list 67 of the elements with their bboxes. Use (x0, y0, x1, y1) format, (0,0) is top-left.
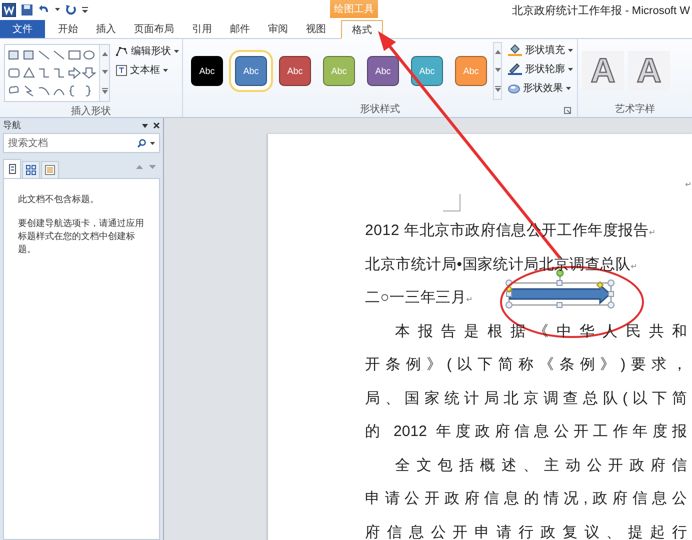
paragraph-mark: ↵ (685, 180, 692, 189)
customize-toolbar-icon[interactable] (82, 6, 88, 14)
ribbon-tab[interactable]: 引用 (183, 20, 221, 38)
group-label: 艺术字样 (614, 103, 656, 117)
group-label: 形状样式 (360, 103, 400, 117)
scroll-down-icon[interactable] (102, 70, 108, 74)
save-icon[interactable] (21, 4, 33, 16)
shape-style-swatch[interactable]: Abc (367, 56, 399, 86)
window-title: 北京政府统计工作年报 - Microsoft W (511, 4, 691, 18)
dropdown-caret-icon (568, 48, 573, 52)
scroll-up-icon[interactable] (494, 50, 500, 54)
shape-style-swatch[interactable]: Abc (279, 56, 311, 86)
text-box-icon (116, 64, 127, 76)
nav-tab[interactable] (22, 161, 40, 178)
thumbnails-icon (26, 165, 36, 175)
dropdown-caret-icon[interactable] (142, 124, 148, 128)
document-text-line: 局、国家统计局北京调查总队(以下简 (365, 388, 687, 408)
dropdown-caret-icon (566, 86, 571, 90)
dropdown-caret-icon[interactable] (55, 8, 60, 12)
nav-tab[interactable] (3, 159, 21, 178)
scroll-down-icon[interactable] (494, 68, 500, 72)
group-label: 插入形状 (70, 105, 112, 119)
ribbon-command[interactable]: 形状填充 (508, 42, 573, 58)
ribbon-command[interactable]: 形状效果 (508, 80, 573, 96)
more-icon[interactable] (102, 88, 108, 94)
document-text-line: 府信息公开申请行政复议、提起行 (365, 522, 687, 540)
ribbon-tab[interactable]: 文件 (0, 20, 45, 38)
ribbon-tab[interactable]: 邮件 (221, 20, 259, 38)
ribbon-tab[interactable]: 页面布局 (125, 20, 183, 38)
ribbon-tab[interactable]: 审阅 (259, 20, 297, 38)
pane-title: 导航 (3, 119, 21, 132)
pane-message: 要创建导航选项卡，请通过应用标题样式在您的文档中创建标题。 (18, 217, 145, 256)
dialog-launcher-icon[interactable] (564, 107, 571, 114)
ribbon-command[interactable]: 形状轮廓 (508, 61, 573, 77)
drawing-tools-header: 绘图工具 (330, 0, 378, 18)
search-icon[interactable] (137, 138, 146, 148)
word-logo-icon[interactable] (2, 3, 16, 17)
document-text-line: 开条例》(以下简称《条例》)要求， (365, 355, 687, 375)
dropdown-caret-icon[interactable] (150, 142, 155, 144)
margin-corner-mark (443, 194, 461, 212)
redo-icon[interactable] (65, 4, 77, 16)
ribbon-tab[interactable]: 开始 (49, 20, 87, 38)
ribbon-command[interactable]: 编辑形状 (116, 43, 179, 59)
scroll-up-icon[interactable] (102, 52, 108, 56)
document-text-line: 申请公开政府信息的情况,政府信息公 (365, 489, 687, 509)
document-text-line: 的 2012 年度政府信息公开工作年度报 (365, 422, 687, 442)
document-text-line: 二○一三年三月↵ (365, 288, 474, 308)
dropdown-caret-icon (163, 68, 168, 72)
nav-tab[interactable] (41, 161, 59, 178)
sphere-icon (508, 82, 520, 94)
ribbon-command[interactable]: 文本框 (116, 62, 179, 78)
ribbon-tab[interactable]: 格式 (341, 20, 383, 39)
pane-message: 此文档不包含标题。 (18, 193, 100, 206)
ribbon-tab[interactable]: 插入 (87, 20, 125, 38)
shape-style-swatch[interactable]: Abc (191, 56, 223, 86)
close-icon[interactable] (153, 122, 160, 129)
ribbon-tab[interactable]: 视图 (297, 20, 335, 38)
shapes-gallery[interactable] (4, 44, 110, 102)
dropdown-caret-icon (174, 50, 179, 52)
document-text-line: 全文包括概述、主动公开政府信 (394, 456, 687, 476)
list-icon (45, 165, 55, 175)
more-icon[interactable] (494, 86, 500, 92)
dropdown-caret-icon (568, 68, 573, 70)
pen-icon (508, 63, 522, 75)
paint-bucket-icon (508, 44, 522, 56)
edit-points-icon (116, 46, 128, 56)
document-icon (8, 164, 16, 174)
